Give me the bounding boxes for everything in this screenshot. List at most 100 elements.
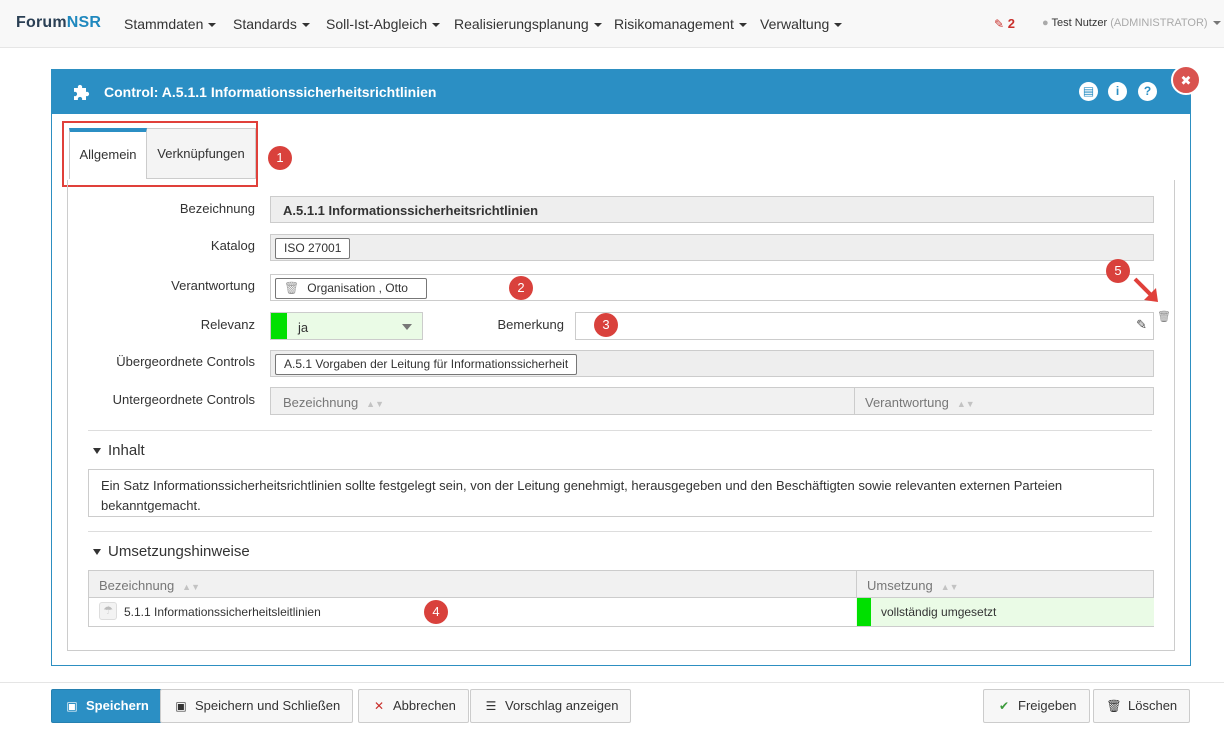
save-close-icon: ▣ <box>175 699 187 713</box>
annotation-badge-4: 4 <box>424 600 448 624</box>
tab-panel-allgemein: Bezeichnung A.5.1.1 Informationssicherhe… <box>67 180 1175 651</box>
help-icon[interactable]: ? <box>1138 82 1157 101</box>
menu-verwaltung[interactable]: Verwaltung <box>760 16 843 32</box>
user-name: Test Nutzer <box>1051 17 1108 29</box>
user-menu[interactable]: ● Test Nutzer (ADMINISTRATOR) <box>1042 17 1221 29</box>
brand-part-2: NSR <box>66 14 102 31</box>
user-icon: ● <box>1042 17 1049 29</box>
edit-note-icon[interactable]: ✎ <box>1136 317 1147 333</box>
edit-count-value: 2 <box>1007 16 1015 31</box>
section-inhalt-toggle[interactable]: Inhalt <box>93 442 145 459</box>
section-umsetzung-toggle[interactable]: Umsetzungshinweise <box>93 543 250 560</box>
annotation-badge-3: 3 <box>594 313 618 337</box>
uebergeordnet-field: A.5.1 Vorgaben der Leitung für Informati… <box>270 350 1154 377</box>
section-inhalt-title: Inhalt <box>108 442 145 459</box>
bemerkung-field[interactable]: ✎ <box>575 312 1154 340</box>
cancel-button-label: Abbrechen <box>393 698 456 713</box>
col-header-umsetzung[interactable]: Umsetzung ▲▼ <box>867 578 959 593</box>
dropdown-arrow-icon <box>402 324 412 330</box>
bezeichnung-field: A.5.1.1 Informationssicherheitsrichtlini… <box>270 196 1154 223</box>
col-header-label: Bezeichnung <box>283 395 359 410</box>
col-divider <box>856 571 857 597</box>
release-button-label: Freigeben <box>1018 698 1077 713</box>
katalog-label: Katalog <box>210 238 255 253</box>
menu-risikomanagement[interactable]: Risikomanagement <box>614 16 747 32</box>
save-button[interactable]: ▣ Speichern <box>51 689 162 723</box>
trash-icon: 🗑 <box>1106 699 1122 713</box>
bezeichnung-label: Bezeichnung <box>179 201 255 216</box>
collapse-triangle-icon <box>93 549 101 556</box>
caret-down-icon <box>593 23 602 28</box>
trash-icon[interactable]: 🗑 <box>1157 310 1171 323</box>
row-status-cell: vollständig umgesetzt <box>856 598 1154 626</box>
menu-label: Realisierungsplanung <box>454 16 589 32</box>
check-icon: ✔ <box>998 699 1010 713</box>
relevanz-select[interactable]: ja <box>270 312 423 340</box>
col-header-bezeichnung[interactable]: Bezeichnung ▲▼ <box>99 578 200 593</box>
control-dialog: Control: A.5.1.1 Informationssicherheits… <box>51 65 1201 666</box>
pdf-icon[interactable]: ▤ <box>1079 82 1098 101</box>
pencil-icon: ✎ <box>994 17 1005 31</box>
menu-standards[interactable]: Standards <box>233 16 310 32</box>
menu-label: Soll-Ist-Abgleich <box>326 16 428 32</box>
annotation-badge-2: 2 <box>509 276 533 300</box>
save-close-button-label: Speichern und Schließen <box>195 698 341 713</box>
verantwortung-tag: 🗑 Organisation , Otto <box>275 278 427 299</box>
untergeordnet-grid-header: Bezeichnung ▲▼ Verantwortung ▲▼ <box>270 387 1154 415</box>
uebergeordnet-tag[interactable]: A.5.1 Vorgaben der Leitung für Informati… <box>275 354 578 375</box>
menu-label: Verwaltung <box>760 16 830 32</box>
bezeichnung-value: A.5.1.1 Informationssicherheitsrichtlini… <box>283 203 539 218</box>
caret-down-icon <box>208 23 217 28</box>
caret-down-icon <box>834 23 843 28</box>
annotation-arrow-icon <box>1133 277 1158 302</box>
menu-realisierungsplanung[interactable]: Realisierungsplanung <box>454 16 602 32</box>
table-row[interactable]: ☂ 5.1.1 Informationssicherheitsleitlinie… <box>88 598 1154 627</box>
dialog-header: Control: A.5.1.1 Informationssicherheits… <box>52 70 1190 114</box>
sort-icon: ▲▼ <box>366 399 384 409</box>
save-close-button[interactable]: ▣ Speichern und Schließen <box>160 689 354 723</box>
verantwortung-value: Organisation , Otto <box>307 281 408 295</box>
bemerkung-label: Bemerkung <box>497 317 564 332</box>
edit-counter[interactable]: ✎ 2 <box>994 16 1015 31</box>
delete-button-label: Löschen <box>1128 698 1178 713</box>
collapse-triangle-icon <box>93 448 101 455</box>
app-logo[interactable]: ForumNSR <box>16 14 101 32</box>
section-umsetzung-title: Umsetzungshinweise <box>108 543 250 560</box>
verantwortung-field[interactable]: 🗑 Organisation , Otto <box>270 274 1154 301</box>
bottom-button-bar: ▣ Speichern ▣ Speichern und Schließen ✕ Abb… <box>0 682 1224 732</box>
relevanz-value: ja <box>298 320 309 335</box>
untergeordnet-label: Untergeordnete Controls <box>112 392 255 407</box>
dialog-title: Control: A.5.1.1 Informationssicherheits… <box>104 84 437 100</box>
highlight-box-tabs <box>62 121 258 187</box>
menu-stammdaten[interactable]: Stammdaten <box>124 16 217 32</box>
delete-button[interactable]: 🗑 Löschen <box>1093 689 1191 723</box>
divider <box>88 430 1152 431</box>
cancel-button[interactable]: ✕ Abbrechen <box>358 689 469 723</box>
caret-down-icon <box>1212 21 1221 26</box>
user-role: (ADMINISTRATOR) <box>1110 17 1208 29</box>
info-icon[interactable]: i <box>1108 82 1127 101</box>
menu-soll-ist-abgleich[interactable]: Soll-Ist-Abgleich <box>326 16 441 32</box>
annotation-badge-1: 1 <box>268 146 292 170</box>
umbrella-icon: ☂ <box>99 602 117 620</box>
relevanz-label: Relevanz <box>200 317 255 332</box>
release-button[interactable]: ✔ Freigeben <box>983 689 1090 723</box>
puzzle-icon <box>74 84 90 100</box>
menu-label: Stammdaten <box>124 16 204 32</box>
sort-icon: ▲▼ <box>956 399 975 409</box>
menu-label: Risikomanagement <box>614 16 734 32</box>
col-header-bezeichnung[interactable]: Bezeichnung ▲▼ <box>283 395 384 410</box>
suggestion-button-label: Vorschlag anzeigen <box>505 698 619 713</box>
trash-icon[interactable]: 🗑 <box>284 281 299 295</box>
list-icon: ☰ <box>485 699 497 713</box>
close-button[interactable]: ✖ <box>1171 65 1201 95</box>
sort-icon: ▲▼ <box>182 582 200 592</box>
row-status: vollständig umgesetzt <box>881 605 997 619</box>
uebergeordnet-label: Übergeordnete Controls <box>116 354 255 369</box>
col-header-verantwortung[interactable]: Verantwortung ▲▼ <box>865 395 975 410</box>
relevanz-color-marker <box>271 313 287 339</box>
col-header-label: Bezeichnung <box>99 578 175 593</box>
caret-down-icon <box>301 23 310 28</box>
suggestion-button[interactable]: ☰ Vorschlag anzeigen <box>470 689 632 723</box>
verantwortung-label: Verantwortung <box>171 278 255 293</box>
